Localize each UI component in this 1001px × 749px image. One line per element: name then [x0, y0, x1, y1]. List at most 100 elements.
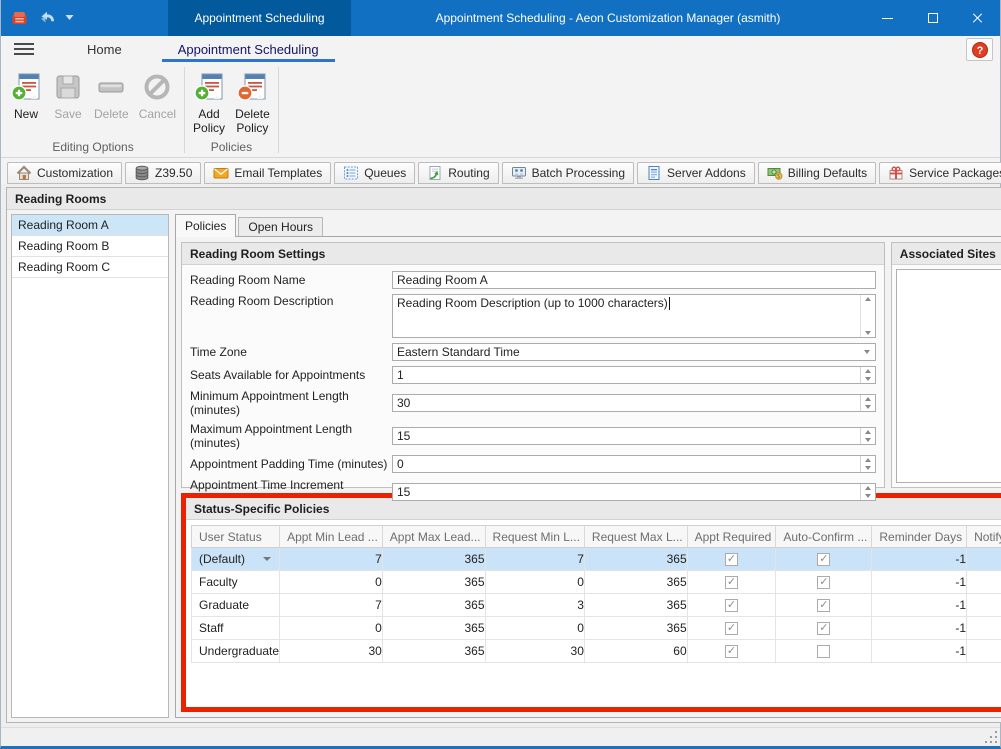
value-cell[interactable]: 365 [584, 594, 687, 617]
maximum-appointment-length-minutes-input[interactable]: 15 [392, 427, 876, 445]
checked-checkbox[interactable] [817, 576, 830, 589]
tab-z39-50[interactable]: Z39.50 [125, 162, 201, 184]
checkbox-cell[interactable] [967, 640, 1001, 663]
column-header-request-max-l[interactable]: Request Max L... [584, 526, 687, 548]
spinner-buttons[interactable] [860, 456, 875, 472]
ribbon-tab-home[interactable]: Home [69, 36, 140, 62]
column-header-appt-required[interactable]: Appt Required [687, 526, 776, 548]
appointment-padding-time-minutes-input[interactable]: 0 [392, 455, 876, 473]
checkbox-cell[interactable] [776, 617, 872, 640]
spin-up-icon[interactable] [861, 428, 875, 436]
checkbox-cell[interactable] [967, 571, 1001, 594]
tab-policies[interactable]: Policies [175, 214, 236, 237]
tab-queues[interactable]: Queues [334, 162, 415, 184]
scroll-up-icon[interactable] [861, 297, 875, 301]
tab-server-addons[interactable]: Server Addons [637, 162, 755, 184]
spin-up-icon[interactable] [861, 395, 875, 403]
value-cell[interactable]: 7 [485, 548, 584, 571]
checked-checkbox[interactable] [817, 599, 830, 612]
list-item-reading-room-b[interactable]: Reading Room B [12, 236, 168, 257]
user-status-cell[interactable]: (Default) [192, 548, 280, 571]
checkbox-cell[interactable] [687, 594, 776, 617]
value-cell[interactable]: 0 [280, 617, 383, 640]
scroll-down-icon[interactable] [861, 331, 875, 335]
value-cell[interactable]: 365 [382, 617, 485, 640]
table-row-undergraduate[interactable]: Undergraduate303653060-1 [192, 640, 1001, 663]
column-header-appt-max-lead[interactable]: Appt Max Lead... [382, 526, 485, 548]
checkbox-cell[interactable] [776, 571, 872, 594]
column-header-appt-min-lead[interactable]: Appt Min Lead ... [280, 526, 383, 548]
value-cell[interactable]: 365 [584, 571, 687, 594]
maximize-button[interactable] [910, 0, 955, 36]
spinner-buttons[interactable] [860, 484, 875, 500]
checkbox-cell[interactable] [776, 640, 872, 663]
value-cell[interactable]: 7 [280, 594, 383, 617]
value-cell[interactable]: -1 [872, 571, 967, 594]
spin-up-icon[interactable] [861, 367, 875, 375]
checkbox-cell[interactable] [776, 594, 872, 617]
unchecked-checkbox[interactable] [817, 645, 830, 658]
tab-routing[interactable]: Routing [418, 162, 498, 184]
reading-room-name-input[interactable]: Reading Room A [392, 271, 876, 289]
save-button[interactable]: Save [47, 66, 89, 124]
checkbox-cell[interactable] [967, 617, 1001, 640]
checked-checkbox[interactable] [725, 645, 738, 658]
checkbox-cell[interactable] [687, 571, 776, 594]
new-button[interactable]: New [5, 66, 47, 124]
checked-checkbox[interactable] [817, 622, 830, 635]
value-cell[interactable]: 3 [485, 594, 584, 617]
checkbox-cell[interactable] [687, 640, 776, 663]
spin-up-icon[interactable] [861, 484, 875, 492]
time-zone-input[interactable]: Eastern Standard Time [392, 343, 876, 361]
column-header-request-min-l[interactable]: Request Min L... [485, 526, 584, 548]
value-cell[interactable]: 365 [382, 640, 485, 663]
app-icon[interactable] [11, 10, 28, 26]
spinner-buttons[interactable] [860, 395, 875, 411]
help-button[interactable]: ? [966, 38, 993, 61]
value-cell[interactable]: 0 [280, 571, 383, 594]
tab-service-packages[interactable]: Service Packages [879, 162, 1001, 184]
checkbox-cell[interactable] [967, 548, 1001, 571]
undo-redo-icon[interactable] [37, 10, 56, 26]
checked-checkbox[interactable] [725, 622, 738, 635]
seats-available-for-appointments-input[interactable]: 1 [392, 366, 876, 384]
spin-up-icon[interactable] [861, 456, 875, 464]
dropdown-arrow-icon[interactable] [859, 344, 875, 360]
dropdown-arrow-icon[interactable] [263, 557, 271, 561]
checked-checkbox[interactable] [725, 599, 738, 612]
column-header-user-status[interactable]: User Status [192, 526, 280, 548]
list-item-reading-room-c[interactable]: Reading Room C [12, 257, 168, 278]
textarea-scrollbar[interactable] [860, 295, 875, 337]
spin-down-icon[interactable] [861, 436, 875, 444]
checkbox-cell[interactable] [687, 548, 776, 571]
value-cell[interactable]: 0 [485, 617, 584, 640]
tab-open-hours[interactable]: Open Hours [238, 217, 323, 237]
value-cell[interactable]: 7 [280, 548, 383, 571]
document-tab-appointment-scheduling[interactable]: Appointment Scheduling [168, 0, 351, 36]
user-status-cell[interactable]: Staff [192, 617, 280, 640]
value-cell[interactable]: 365 [584, 548, 687, 571]
dropdown-caret-icon[interactable] [65, 15, 74, 21]
value-cell[interactable]: 30 [485, 640, 584, 663]
reading-room-description-input[interactable]: Reading Room Description (up to 1000 cha… [392, 294, 876, 338]
minimum-appointment-length-minutes-input[interactable]: 30 [392, 394, 876, 412]
table-row-graduate[interactable]: Graduate73653365-1 [192, 594, 1001, 617]
checkbox-cell[interactable] [776, 548, 872, 571]
reading-room-list[interactable]: Reading Room AReading Room BReading Room… [11, 214, 169, 718]
checked-checkbox[interactable] [817, 553, 830, 566]
checkbox-cell[interactable] [967, 594, 1001, 617]
tab-customization[interactable]: Customization [7, 162, 122, 184]
column-header-reminder-days[interactable]: Reminder Days [872, 526, 967, 548]
value-cell[interactable]: -1 [872, 617, 967, 640]
value-cell[interactable]: 30 [280, 640, 383, 663]
spinner-buttons[interactable] [860, 428, 875, 444]
add-policy-button[interactable]: AddPolicy [188, 66, 230, 138]
checkbox-cell[interactable] [687, 617, 776, 640]
value-cell[interactable]: 365 [584, 617, 687, 640]
user-status-cell[interactable]: Graduate [192, 594, 280, 617]
delete-button[interactable]: Delete [89, 66, 134, 124]
table-row-staff[interactable]: Staff03650365-1 [192, 617, 1001, 640]
tab-batch-processing[interactable]: Batch Processing [502, 162, 634, 184]
resize-grip-icon[interactable] [985, 731, 997, 743]
ribbon-tab-appointment-scheduling[interactable]: Appointment Scheduling [160, 36, 337, 62]
